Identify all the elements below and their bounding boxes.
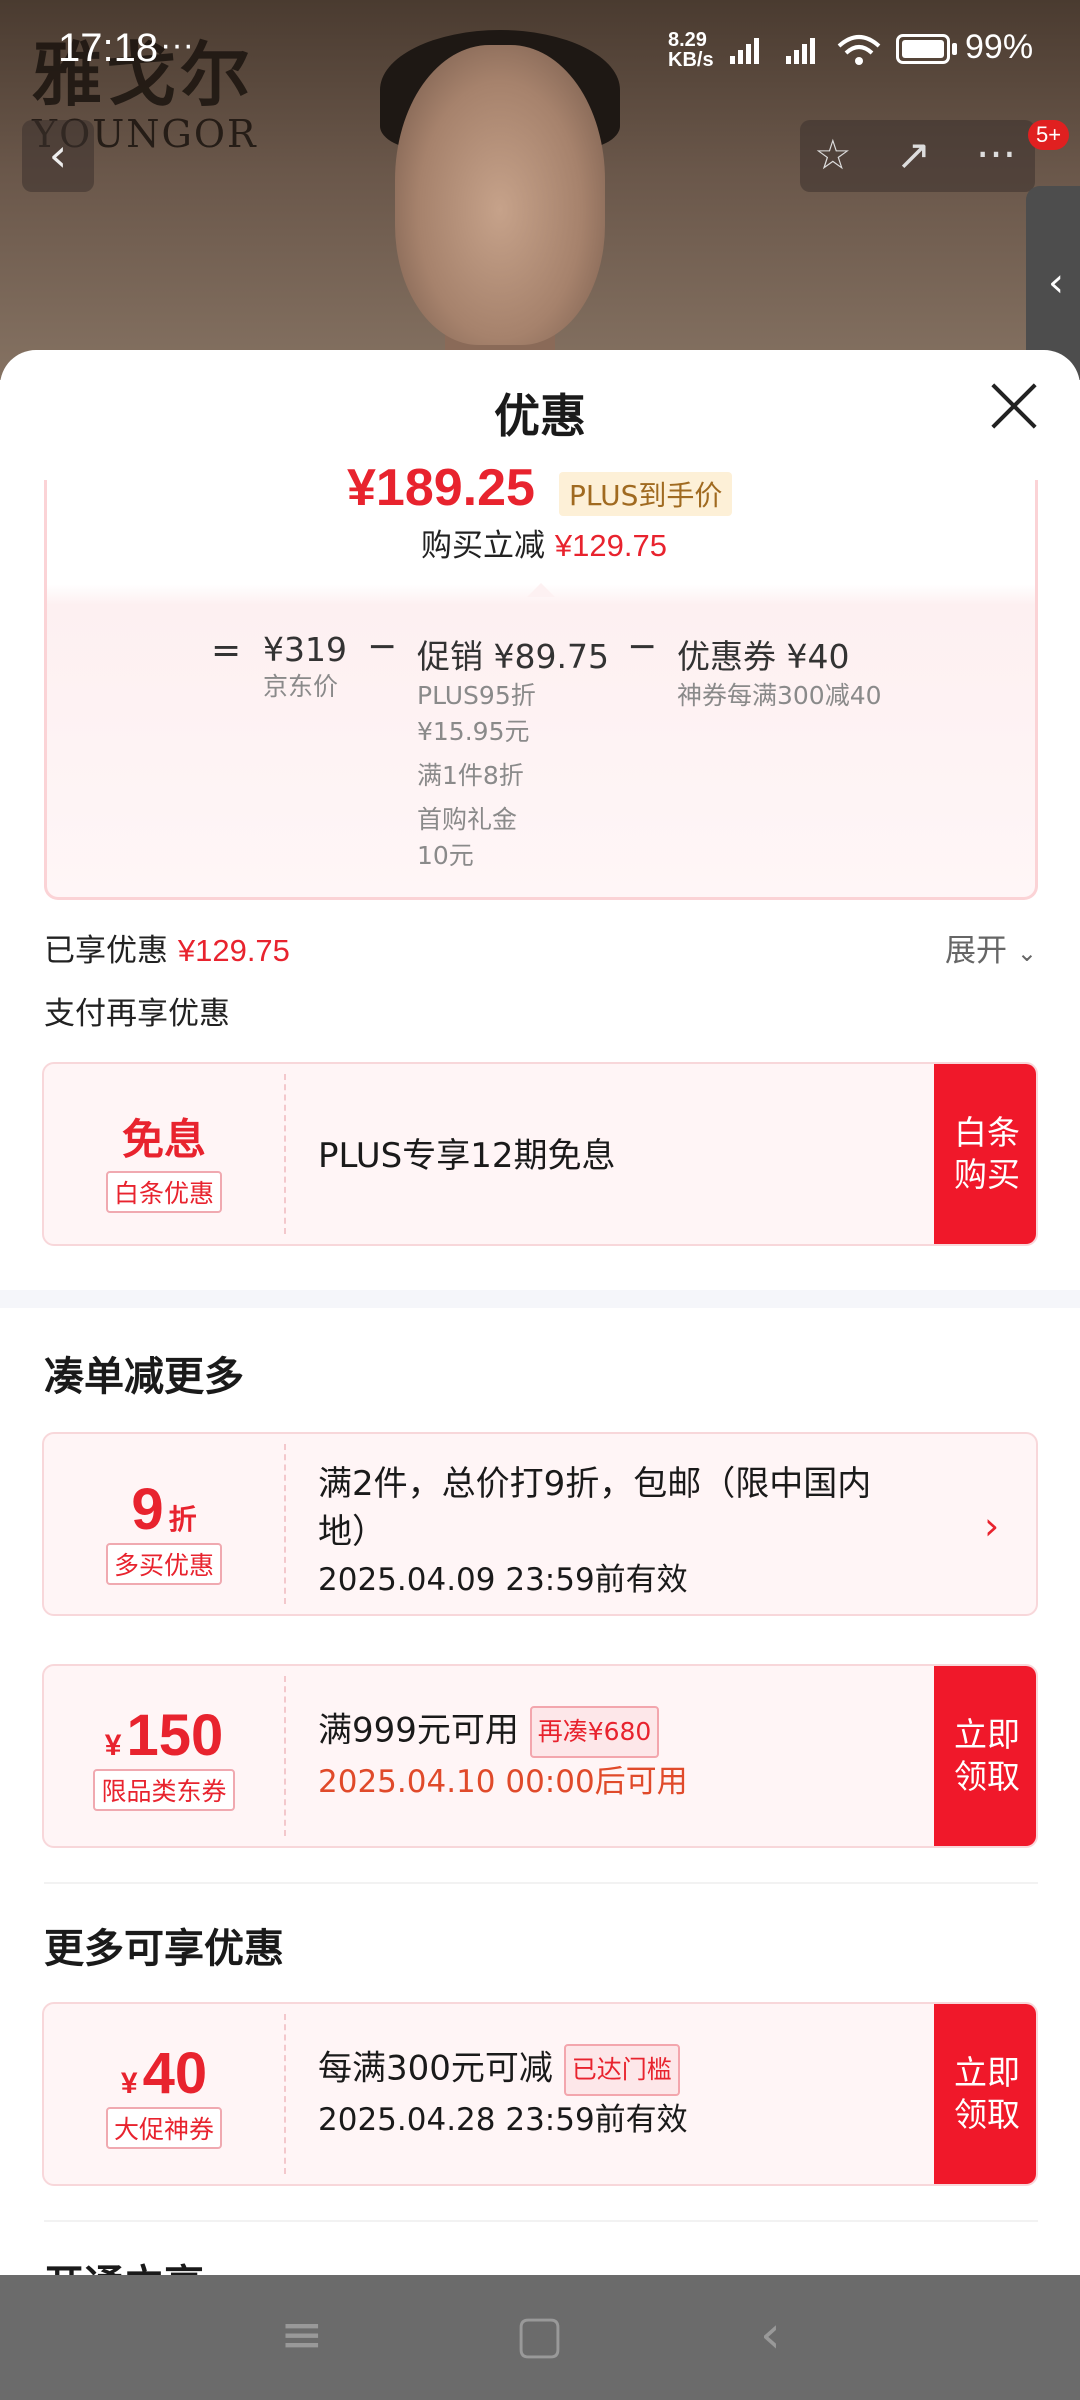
wifi-icon xyxy=(837,35,881,65)
baitiao-description: PLUS专享12期免息 xyxy=(318,1136,616,1176)
network-speed: 8.29 KB/s xyxy=(668,29,714,71)
more-icon[interactable]: ··· xyxy=(976,130,1016,179)
add-more-badge: 再凑¥680 xyxy=(529,1706,660,1758)
minus-sign: − xyxy=(627,626,658,667)
plus-price-tag: PLUS到手价 xyxy=(559,472,733,516)
section-title-partial: 开通立享 xyxy=(44,2252,204,2275)
signal-icon xyxy=(786,38,815,64)
signal-icon xyxy=(730,38,759,64)
coupon-amount: 优惠券 ¥40 xyxy=(677,637,850,676)
coupon-category-tag: 限品类东券 xyxy=(93,1769,235,1811)
claim-coupon-button[interactable]: 立即 领取 xyxy=(934,2004,1036,2184)
promo-amount: 促销 ¥89.75 xyxy=(417,637,609,676)
baitiao-buy-button[interactable]: 白条 购买 xyxy=(934,1064,1036,1244)
coupon-40-card: ¥ 40 大促神券 每满300元可减 已达门槛 2025.04.28 23:59… xyxy=(42,2002,1038,2186)
coupon-40-text: 每满300元可减 已达门槛 2025.04.28 23:59前有效 xyxy=(318,2044,688,2144)
home-icon[interactable]: ▢ xyxy=(515,2305,564,2365)
claim-coupon-button[interactable]: 立即 领取 xyxy=(934,1666,1036,1846)
enjoyed-discount: 已享优惠 ¥129.75 xyxy=(44,933,290,969)
section-title-available: 更多可享优惠 xyxy=(44,1926,284,1972)
baitiao-coupon-card: 免息 白条优惠 PLUS专享12期免息 白条 购买 xyxy=(42,1062,1038,1246)
interest-free-label: 免息 xyxy=(121,1116,206,1163)
final-price: ¥189.25 xyxy=(347,459,535,517)
jd-price-label: 京东价 xyxy=(263,672,339,701)
discount-sheet: 优惠 ¥189.25 PLUS到手价 购买立减 ¥129.75 = ¥319 京… xyxy=(0,350,1080,2275)
notification-badge: 5+ xyxy=(1028,120,1070,150)
bulk-discount-tag: 多买优惠 xyxy=(105,1543,222,1585)
bulk-discount-text: 满2件，总价打9折，包邮（限中国内 地） 2025.04.09 23:59前有效 xyxy=(318,1464,872,1598)
sheet-title: 优惠 xyxy=(494,389,586,443)
minus-sign: − xyxy=(367,626,398,667)
coupon-amount: 150 xyxy=(126,1703,224,1768)
promo-block: 促销 ¥89.75 PLUS95折 ¥15.95元 满1件8折 首购礼金 10元 xyxy=(417,630,609,874)
coupon-amount: 40 xyxy=(142,2041,208,2106)
back-icon[interactable]: ‹ xyxy=(760,2305,781,2365)
coupon-category-tag: 大促神券 xyxy=(105,2107,222,2149)
instant-reduction: 购买立减 ¥129.75 xyxy=(421,528,667,564)
header-action-bar: ☆ ↗ ··· xyxy=(800,120,1035,192)
chevron-right-icon[interactable]: › xyxy=(984,1504,999,1548)
coupon-150-text: 满999元可用 再凑¥680 2025.04.10 00:00后可用 xyxy=(318,1706,688,1806)
baitiao-tag: 白条优惠 xyxy=(105,1171,222,1213)
chevron-down-icon: ⌄ xyxy=(1016,939,1037,967)
star-icon[interactable]: ☆ xyxy=(814,130,852,179)
close-icon[interactable] xyxy=(988,380,1040,432)
system-nav-bar: ≡ ▢ ‹ xyxy=(0,2275,1080,2400)
discount-value: 9 xyxy=(131,1477,164,1542)
status-time: 17:18 xyxy=(58,26,159,70)
coupon-150-card: ¥ 150 限品类东券 满999元可用 再凑¥680 2025.04.10 00… xyxy=(42,1664,1038,1848)
threshold-met-badge: 已达门槛 xyxy=(563,2044,680,2096)
equals-sign: = xyxy=(211,630,242,671)
expand-button[interactable]: 展开 ⌄ xyxy=(945,925,1037,970)
price-breakdown-card: ¥189.25 PLUS到手价 购买立减 ¥129.75 = ¥319 京东价 … xyxy=(44,459,1038,900)
jd-price-block: ¥319 京东价 xyxy=(263,630,347,705)
jd-price: ¥319 xyxy=(263,630,347,669)
battery-percent: 99% xyxy=(965,28,1034,66)
back-button[interactable]: ‹ xyxy=(22,120,94,192)
pay-more-label: 支付再享优惠 xyxy=(44,996,230,1032)
menu-icon[interactable]: ≡ xyxy=(280,2305,324,2365)
status-bar: 17:18 ··· 8.29 KB/s 99% xyxy=(0,0,1080,100)
share-icon[interactable]: ↗ xyxy=(896,130,931,179)
status-more-icon: ··· xyxy=(160,26,194,64)
section-title-more: 凑单减更多 xyxy=(44,1354,244,1400)
coupon-block: 优惠券 ¥40 神券每满300减40 xyxy=(677,630,882,714)
bulk-discount-card[interactable]: 9 折 多买优惠 满2件，总价打9折，包邮（限中国内 地） 2025.04.09… xyxy=(42,1432,1038,1616)
battery-icon xyxy=(896,34,950,64)
